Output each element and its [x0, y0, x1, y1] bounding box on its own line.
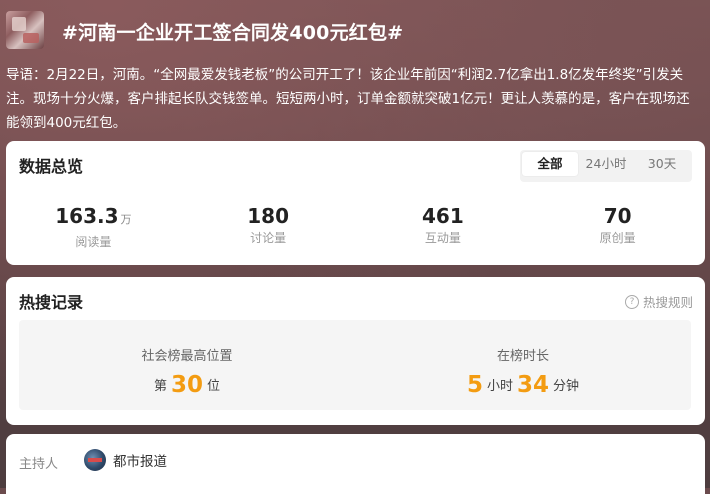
stat-interactions-label: 互动量: [424, 231, 461, 245]
tab-30d[interactable]: 30天: [634, 152, 690, 176]
tab-all[interactable]: 全部: [522, 152, 578, 176]
topic-thumbnail: [6, 11, 44, 49]
stat-originals: 70 原创量: [530, 205, 705, 251]
stat-reads-label: 阅读量: [75, 235, 112, 249]
hot-search-card: 热搜记录 ? 热搜规则 社会榜最高位置 第 30 位 在榜时长 5 小时 34 分钟: [6, 277, 705, 425]
host-profile-link[interactable]: 都市报道: [84, 449, 167, 471]
tab-24h[interactable]: 24小时: [578, 152, 634, 176]
rank-suffix: 位: [207, 379, 221, 394]
duration-label: 在榜时长: [496, 349, 549, 364]
topic-lead: 导语：2月22日，河南。“全网最爱发钱老板”的公司开工了！该企业年前因“利润2.…: [6, 67, 690, 131]
hot-search-rules-label: 热搜规则: [642, 295, 693, 310]
stat-interactions-value: 461: [422, 204, 464, 228]
avatar: [84, 449, 106, 471]
topic-title: #河南一企业开工签合同发400元红包#: [62, 22, 404, 44]
topic-header: #河南一企业开工签合同发400元红包#: [6, 8, 704, 50]
stat-reads-value: 163.3: [55, 204, 119, 228]
stat-reads-unit: 万: [120, 213, 132, 226]
time-range-tabs: 全部 24小时 30天: [520, 150, 692, 182]
hot-search-rules-link[interactable]: ? 热搜规则: [624, 292, 693, 311]
rank-column: 社会榜最高位置 第 30 位: [19, 320, 355, 410]
stat-originals-label: 原创量: [599, 231, 636, 245]
stat-originals-value: 70: [603, 204, 632, 228]
host-card: 主持人 都市报道: [6, 434, 705, 494]
question-icon: ?: [624, 294, 639, 309]
stat-discussions-value: 180: [247, 204, 289, 228]
stat-interactions: 461 互动量: [356, 205, 531, 251]
minutes-value: 34: [517, 372, 550, 398]
data-overview-card: 数据总览 全部 24小时 30天 163.3 万 阅读量 180 讨论量 461 …: [6, 141, 705, 265]
rank-value: 30: [170, 372, 203, 398]
stat-discussions-label: 讨论量: [250, 231, 287, 245]
hot-search-title: 热搜记录: [19, 293, 84, 312]
rank-prefix: 第: [153, 379, 167, 394]
duration-column: 在榜时长 5 小时 34 分钟: [355, 320, 691, 410]
minutes-unit: 分钟: [553, 379, 580, 394]
hours-unit: 小时: [486, 379, 513, 394]
hours-value: 5: [466, 372, 483, 398]
stats-row: 163.3 万 阅读量 180 讨论量 461 互动量 70 原创量: [6, 205, 705, 251]
host-label: 主持人: [19, 457, 59, 472]
stat-reads: 163.3 万 阅读量: [6, 205, 181, 251]
host-name: 都市报道: [113, 454, 167, 470]
rank-label: 社会榜最高位置: [141, 349, 233, 364]
overview-title: 数据总览: [19, 157, 84, 176]
stat-discussions: 180 讨论量: [181, 205, 356, 251]
hot-search-stats: 社会榜最高位置 第 30 位 在榜时长 5 小时 34 分钟: [19, 320, 691, 410]
